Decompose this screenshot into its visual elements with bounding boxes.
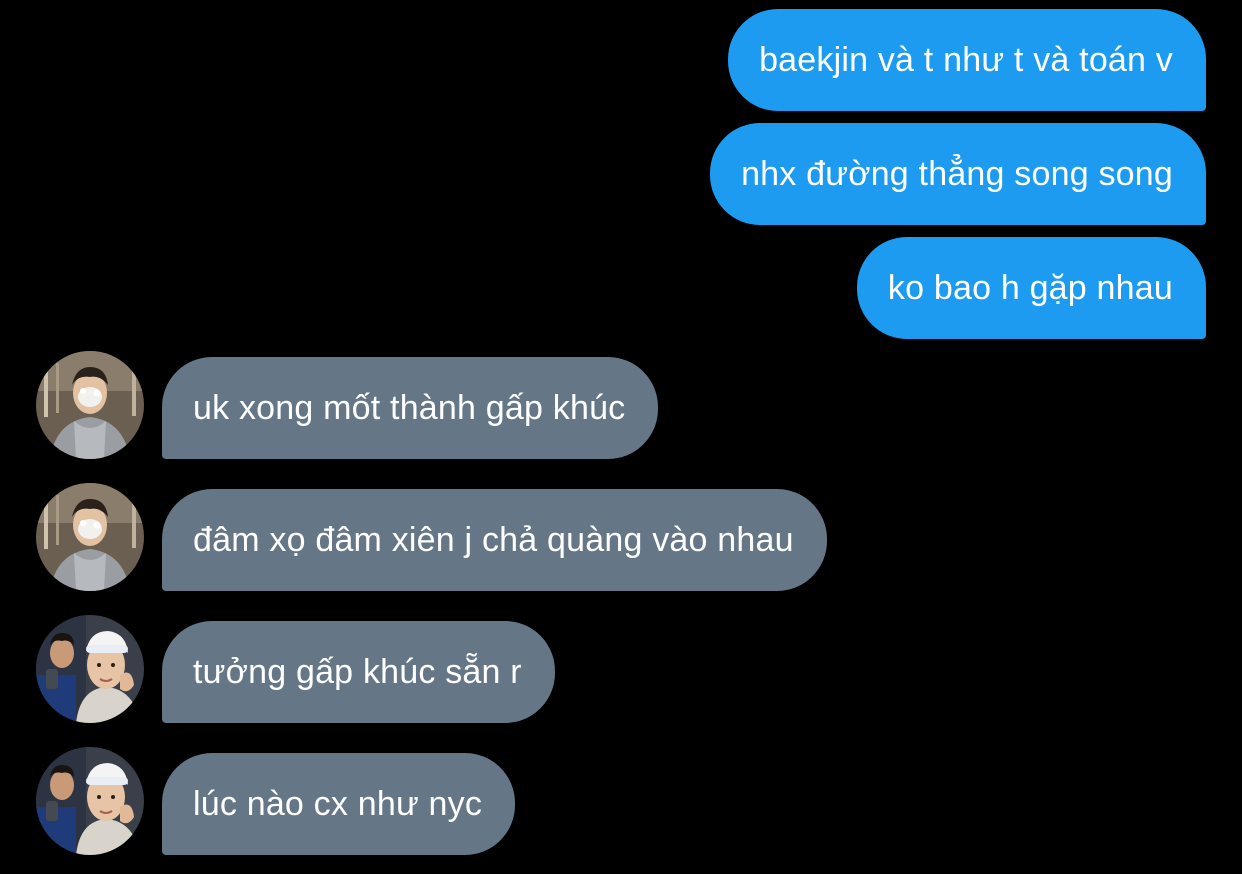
headband-boy-avatar-image: [36, 747, 144, 855]
outgoing-message-bubble[interactable]: ko bao h gặp nhau: [856, 237, 1206, 339]
outgoing-message-bubble[interactable]: baekjin và t như t và toán v: [728, 9, 1206, 111]
message-text: baekjin và t như t và toán v: [759, 40, 1173, 79]
incoming-message-bubble[interactable]: uk xong mốt thành gấp khúc: [162, 357, 659, 459]
hoodie-boy-avatar-image: [36, 483, 144, 591]
incoming-message-bubble[interactable]: lúc nào cx như nyc: [162, 753, 516, 855]
message-text: lúc nào cx như nyc: [193, 784, 483, 823]
message-text: tưởng gấp khúc sẵn r: [193, 652, 522, 691]
incoming-message-bubble[interactable]: đâm xọ đâm xiên j chả quàng vào nhau: [162, 489, 827, 591]
avatar[interactable]: [36, 351, 144, 459]
chat-thread: baekjin và t như t và toán v nhx đường t…: [0, 0, 1242, 874]
avatar[interactable]: [36, 483, 144, 591]
headband-boy-avatar-image: [36, 615, 144, 723]
message-text: nhx đường thẳng song song: [741, 154, 1173, 193]
avatar[interactable]: [36, 615, 144, 723]
hoodie-boy-avatar-image: [36, 351, 144, 459]
incoming-message-bubble[interactable]: tưởng gấp khúc sẵn r: [162, 621, 555, 723]
avatar[interactable]: [36, 747, 144, 855]
outgoing-message-bubble[interactable]: nhx đường thẳng song song: [710, 123, 1206, 225]
message-text: đâm xọ đâm xiên j chả quàng vào nhau: [193, 520, 794, 559]
message-text: uk xong mốt thành gấp khúc: [193, 388, 626, 427]
message-text: ko bao h gặp nhau: [887, 268, 1173, 307]
